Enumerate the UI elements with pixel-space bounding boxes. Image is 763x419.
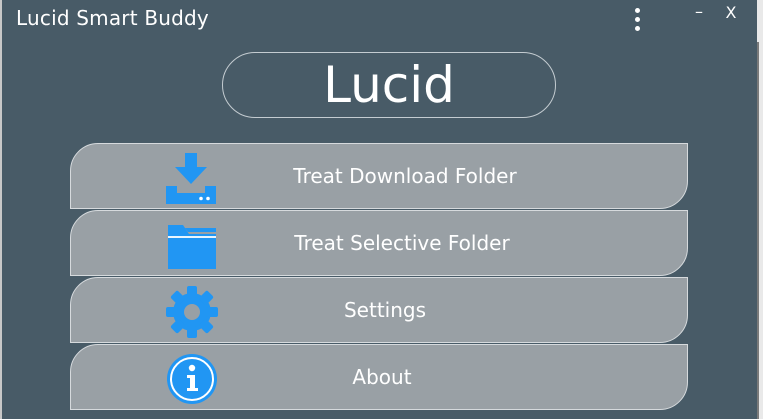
settings-button[interactable]: Settings xyxy=(70,277,688,343)
app-window: Lucid Smart Buddy – X Lucid Treat Downlo… xyxy=(2,0,757,419)
about-button[interactable]: About xyxy=(70,344,688,410)
background-edge-right xyxy=(757,0,763,419)
minimize-button[interactable]: – xyxy=(690,2,708,22)
folder-icon xyxy=(168,225,216,269)
brand-name: Lucid xyxy=(323,56,455,114)
treat-download-folder-button[interactable]: Treat Download Folder xyxy=(70,143,688,209)
menu-item-label: Treat Download Folder xyxy=(293,164,517,188)
menu-item-label: Settings xyxy=(343,298,427,322)
menu-item-label: About xyxy=(352,365,412,389)
more-options-icon[interactable] xyxy=(631,7,643,33)
info-icon xyxy=(167,354,217,404)
gear-icon xyxy=(166,286,218,338)
window-title: Lucid Smart Buddy xyxy=(16,6,209,30)
menu-item-label: Treat Selective Folder xyxy=(294,231,510,255)
close-button[interactable]: X xyxy=(722,3,740,23)
treat-selective-folder-button[interactable]: Treat Selective Folder xyxy=(70,210,688,276)
brand-badge: Lucid xyxy=(222,52,556,118)
download-tray-icon xyxy=(166,153,216,204)
